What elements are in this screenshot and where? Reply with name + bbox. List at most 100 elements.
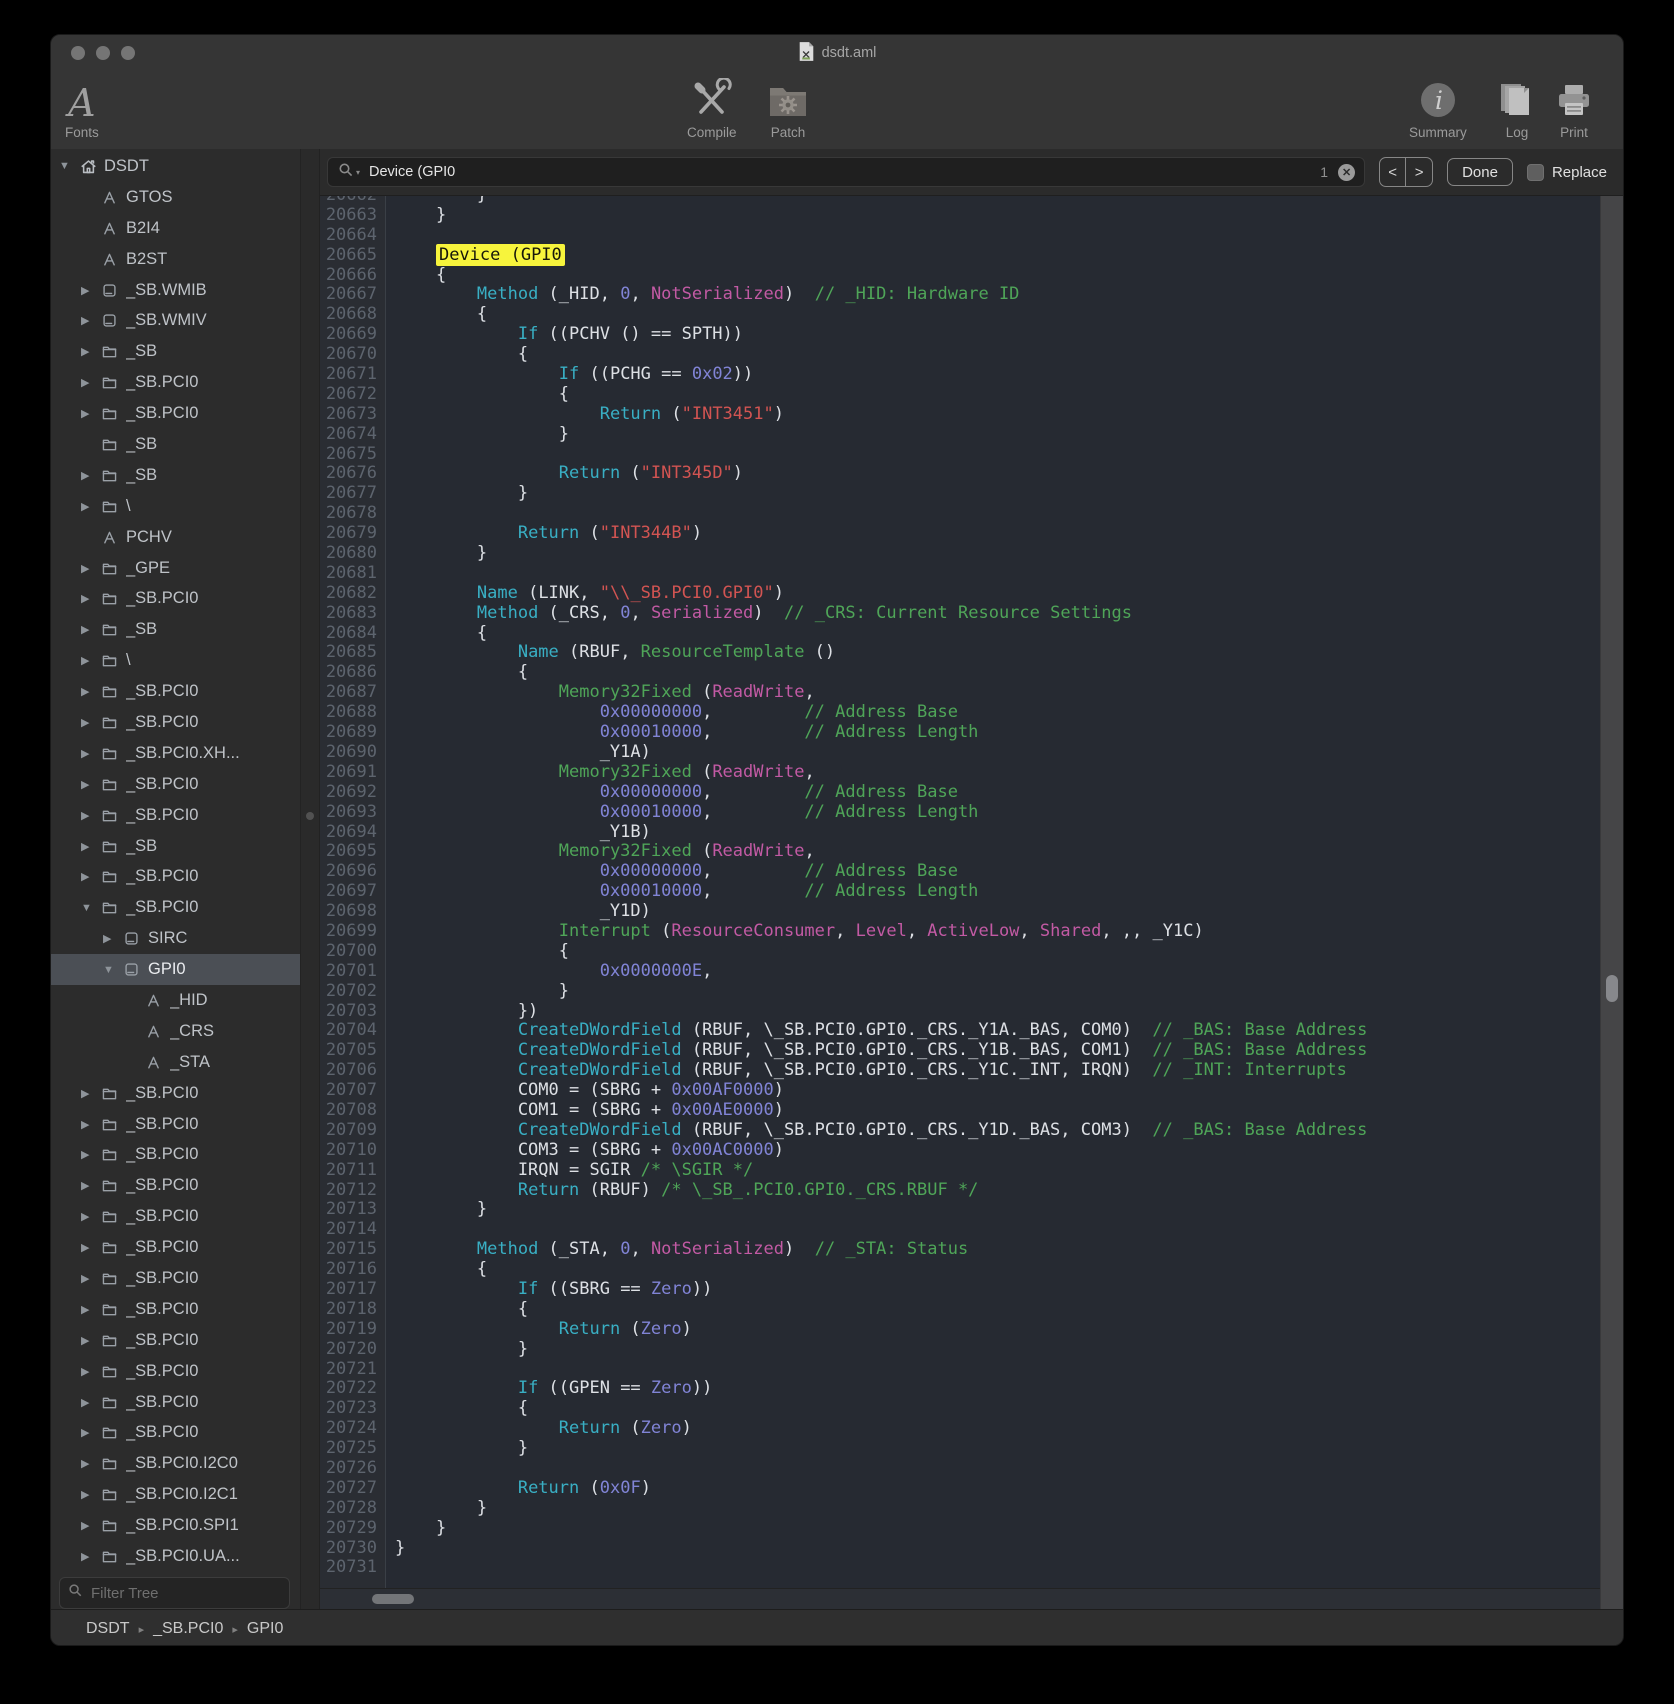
- code-line[interactable]: 20718 {: [320, 1300, 1623, 1320]
- done-button[interactable]: Done: [1447, 158, 1513, 186]
- code-line[interactable]: 20711 IRQN = SGIR /* \SGIR */: [320, 1161, 1623, 1181]
- tree-item-sbpci0[interactable]: ▶_SB.PCI0: [51, 1294, 300, 1325]
- tree-item-sbwmiv[interactable]: ▶_SB.WMIV: [51, 305, 300, 336]
- disclosure-right-icon[interactable]: ▶: [81, 500, 101, 513]
- code-line[interactable]: 20674 }: [320, 425, 1623, 445]
- disclosure-right-icon[interactable]: ▶: [81, 1396, 101, 1409]
- disclosure-right-icon[interactable]: ▶: [81, 1303, 101, 1316]
- tree-item-sbpci0[interactable]: ▶_SB.PCI0: [51, 1356, 300, 1387]
- tree-item-sbpci0[interactable]: ▶_SB.PCI0: [51, 367, 300, 398]
- code-line[interactable]: 20702 }: [320, 982, 1623, 1002]
- tree-item-sb[interactable]: _SB: [51, 429, 300, 460]
- code-line[interactable]: 20671 If ((PCHG == 0x02)): [320, 365, 1623, 385]
- title-bar[interactable]: dsdt.aml: [51, 35, 1623, 71]
- code-line[interactable]: 20664: [320, 226, 1623, 246]
- tree-item-sbpci0[interactable]: ▶_SB.PCI0: [51, 676, 300, 707]
- disclosure-right-icon[interactable]: ▶: [81, 870, 101, 883]
- tree-item-sb[interactable]: ▶_SB: [51, 336, 300, 367]
- tree-item-sirc[interactable]: ▶SIRC: [51, 923, 300, 954]
- code-line[interactable]: 20696 0x00000000, // Address Base: [320, 862, 1623, 882]
- code-line[interactable]: 20700 {: [320, 942, 1623, 962]
- horizontal-scrollbar[interactable]: [320, 1588, 1601, 1609]
- tree-item-sbwmib[interactable]: ▶_SB.WMIB: [51, 275, 300, 306]
- code-line[interactable]: 20714: [320, 1220, 1623, 1240]
- tree-item-sb[interactable]: ▶_SB: [51, 460, 300, 491]
- code-line[interactable]: 20687 Memory32Fixed (ReadWrite,: [320, 683, 1623, 703]
- code-line[interactable]: 20722 If ((GPEN == Zero)): [320, 1379, 1623, 1399]
- disclosure-right-icon[interactable]: ▶: [81, 1118, 101, 1131]
- code-line[interactable]: 20665 Device (GPI0: [320, 246, 1623, 266]
- disclosure-right-icon[interactable]: ▶: [81, 1550, 101, 1563]
- breadcrumb-item-sbpci0[interactable]: _SB.PCI0: [153, 1620, 223, 1638]
- code-line[interactable]: 20697 0x00010000, // Address Length: [320, 882, 1623, 902]
- tree-item-sbpci0[interactable]: ▶_SB.PCI0: [51, 1325, 300, 1356]
- disclosure-right-icon[interactable]: ▶: [81, 1210, 101, 1223]
- code-line[interactable]: 20681: [320, 564, 1623, 584]
- disclosure-right-icon[interactable]: ▶: [103, 932, 123, 945]
- find-next-button[interactable]: >: [1406, 158, 1432, 186]
- code-line[interactable]: 20675: [320, 445, 1623, 465]
- code-line[interactable]: 20694 _Y1B): [320, 823, 1623, 843]
- code-line[interactable]: 20672 {: [320, 385, 1623, 405]
- clear-search-button[interactable]: ✕: [1338, 164, 1355, 181]
- tree-item-sbpci0[interactable]: ▶_SB.PCI0: [51, 1201, 300, 1232]
- tree-item-b2st[interactable]: B2ST: [51, 244, 300, 275]
- code-line[interactable]: 20695 Memory32Fixed (ReadWrite,: [320, 842, 1623, 862]
- sidebar-tree[interactable]: ▼DSDTGTOSB2I4B2ST▶_SB.WMIB▶_SB.WMIV▶_SB▶…: [51, 149, 300, 1571]
- tree-item-sbpci0[interactable]: ▶_SB.PCI0: [51, 1387, 300, 1418]
- tree-item-sbpci0ua[interactable]: ▶_SB.PCI0.UA...: [51, 1541, 300, 1571]
- disclosure-right-icon[interactable]: ▶: [81, 1148, 101, 1161]
- filter-tree-input[interactable]: [89, 1584, 281, 1603]
- code-line[interactable]: 20715 Method (_STA, 0, NotSerialized) //…: [320, 1240, 1623, 1260]
- code-line[interactable]: 20691 Memory32Fixed (ReadWrite,: [320, 763, 1623, 783]
- zoom-button[interactable]: [121, 46, 135, 60]
- tree-item-sbpci0[interactable]: ▶_SB.PCI0: [51, 398, 300, 429]
- code-line[interactable]: 20707 COM0 = (SBRG + 0x00AF0000): [320, 1081, 1623, 1101]
- code-line[interactable]: 20669 If ((PCHV () == SPTH)): [320, 325, 1623, 345]
- tree-item-[interactable]: ▶\: [51, 491, 300, 522]
- search-menu-chevron-icon[interactable]: ▾: [356, 168, 360, 177]
- code-line[interactable]: 20724 Return (Zero): [320, 1419, 1623, 1439]
- minimize-button[interactable]: [96, 46, 110, 60]
- code-line[interactable]: 20727 Return (0x0F): [320, 1479, 1623, 1499]
- tree-item-gtos[interactable]: GTOS: [51, 182, 300, 213]
- tree-item-sb[interactable]: ▶_SB: [51, 831, 300, 862]
- code-line[interactable]: 20721: [320, 1360, 1623, 1380]
- code-editor[interactable]: 20662 }20663 }2066420665 Device (GPI0206…: [320, 196, 1623, 1609]
- tree-item-sbpci0[interactable]: ▶_SB.PCI0: [51, 1140, 300, 1171]
- disclosure-right-icon[interactable]: ▶: [81, 469, 101, 482]
- disclosure-right-icon[interactable]: ▶: [81, 1457, 101, 1470]
- code-line[interactable]: 20716 {: [320, 1260, 1623, 1280]
- tree-item-sbpci0[interactable]: ▶_SB.PCI0: [51, 861, 300, 892]
- code-line[interactable]: 20692 0x00000000, // Address Base: [320, 783, 1623, 803]
- disclosure-down-icon[interactable]: ▼: [81, 902, 101, 914]
- tree-item-sbpci0i2c1[interactable]: ▶_SB.PCI0.I2C1: [51, 1479, 300, 1510]
- code-line[interactable]: 20712 Return (RBUF) /* \_SB_.PCI0.GPI0._…: [320, 1181, 1623, 1201]
- code-line[interactable]: 20730}: [320, 1539, 1623, 1559]
- print-button[interactable]: Print: [1554, 75, 1594, 140]
- log-button[interactable]: Log: [1496, 75, 1538, 140]
- code-line[interactable]: 20676 Return ("INT345D"): [320, 464, 1623, 484]
- replace-checkbox[interactable]: [1527, 164, 1544, 181]
- disclosure-right-icon[interactable]: ▶: [81, 592, 101, 605]
- code-line[interactable]: 20686 {: [320, 663, 1623, 683]
- patch-button[interactable]: Patch: [767, 75, 809, 140]
- tree-item-hid[interactable]: _HID: [51, 985, 300, 1016]
- disclosure-right-icon[interactable]: ▶: [81, 407, 101, 420]
- disclosure-down-icon[interactable]: ▼: [59, 160, 79, 172]
- disclosure-right-icon[interactable]: ▶: [81, 284, 101, 297]
- code-line[interactable]: 20666 {: [320, 266, 1623, 286]
- tree-item-pchv[interactable]: PCHV: [51, 522, 300, 553]
- disclosure-right-icon[interactable]: ▶: [81, 654, 101, 667]
- disclosure-right-icon[interactable]: ▶: [81, 1334, 101, 1347]
- code-line[interactable]: 20705 CreateDWordField (RBUF, \_SB.PCI0.…: [320, 1041, 1623, 1061]
- code-line[interactable]: 20713 }: [320, 1200, 1623, 1220]
- pane-splitter[interactable]: [301, 149, 320, 1609]
- code-line[interactable]: 20682 Name (LINK, "\\_SB.PCI0.GPI0"): [320, 584, 1623, 604]
- tree-item-sbpci0[interactable]: ▶_SB.PCI0: [51, 707, 300, 738]
- code-line[interactable]: 20731: [320, 1558, 1623, 1578]
- tree-item-sbpci0[interactable]: ▶_SB.PCI0: [51, 1418, 300, 1449]
- disclosure-right-icon[interactable]: ▶: [81, 1087, 101, 1100]
- tree-item-sbpci0[interactable]: ▶_SB.PCI0: [51, 1109, 300, 1140]
- tree-item-sbpci0[interactable]: ▶_SB.PCI0: [51, 583, 300, 614]
